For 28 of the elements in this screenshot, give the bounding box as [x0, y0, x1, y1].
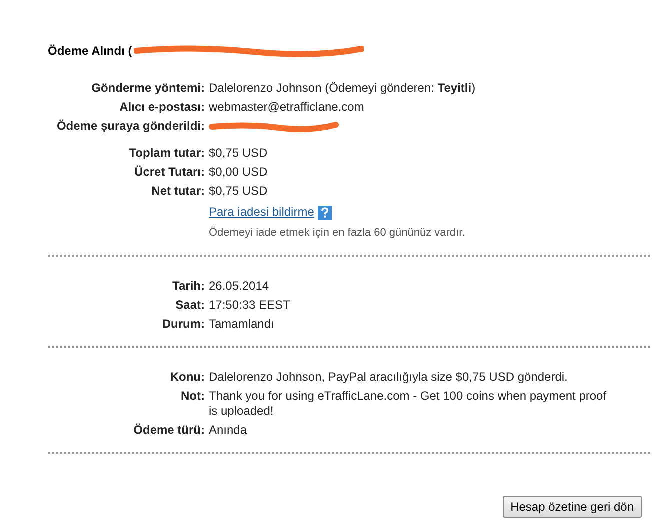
back-to-summary-button[interactable]: Hesap özetine geri dön: [502, 496, 642, 518]
field-label: Ücret Tutarı:: [134, 165, 206, 180]
field-label: Ödeme türü:: [132, 423, 206, 438]
field-label: Saat:: [174, 298, 206, 313]
field-value: Tamamlandı: [209, 317, 274, 332]
field-label: Alıcı e-postası:: [118, 100, 206, 115]
field-value: Thank you for using eTrafficLane.com - Get 100 coins when payment proof is uploaded!: [209, 389, 608, 419]
field-label: Net tutar:: [150, 184, 206, 199]
help-icon[interactable]: [318, 206, 332, 220]
field-label: Tarih:: [172, 279, 206, 294]
field-value: Anında: [209, 423, 248, 438]
field-label: Gönderme yöntemi:: [90, 81, 206, 96]
field-label: Ödeme şuraya gönderildi:: [56, 119, 206, 134]
refund-link[interactable]: Para iadesi bildirme: [209, 205, 314, 220]
field-value: $0,00 USD: [209, 165, 268, 180]
field-value: 17:50:33 EEST: [209, 298, 290, 313]
field-value: $0,75 USD: [209, 184, 268, 199]
field-label: Konu:: [169, 370, 206, 385]
refund-note: Ödemeyi iade etmek için en fazla 60 gününüz vardır.: [209, 226, 466, 241]
field-label: Durum:: [161, 317, 206, 332]
field-value: $0,75 USD: [209, 146, 268, 161]
field-label: Toplam tutar:: [128, 146, 206, 161]
field-value: Dalelorenzo Johnson, PayPal aracılığıyla size $0,75 USD gönderdi.: [209, 370, 568, 385]
field-label: Not:: [180, 389, 206, 405]
field-value: 26.05.2014: [209, 279, 270, 294]
page-title: Ödeme Alındı (: [48, 44, 132, 58]
field-value: webmaster@etrafficlane.com: [209, 100, 364, 115]
field-value: Dalelorenzo Johnson (Ödemeyi gönderen: Teyitli): [209, 81, 476, 96]
